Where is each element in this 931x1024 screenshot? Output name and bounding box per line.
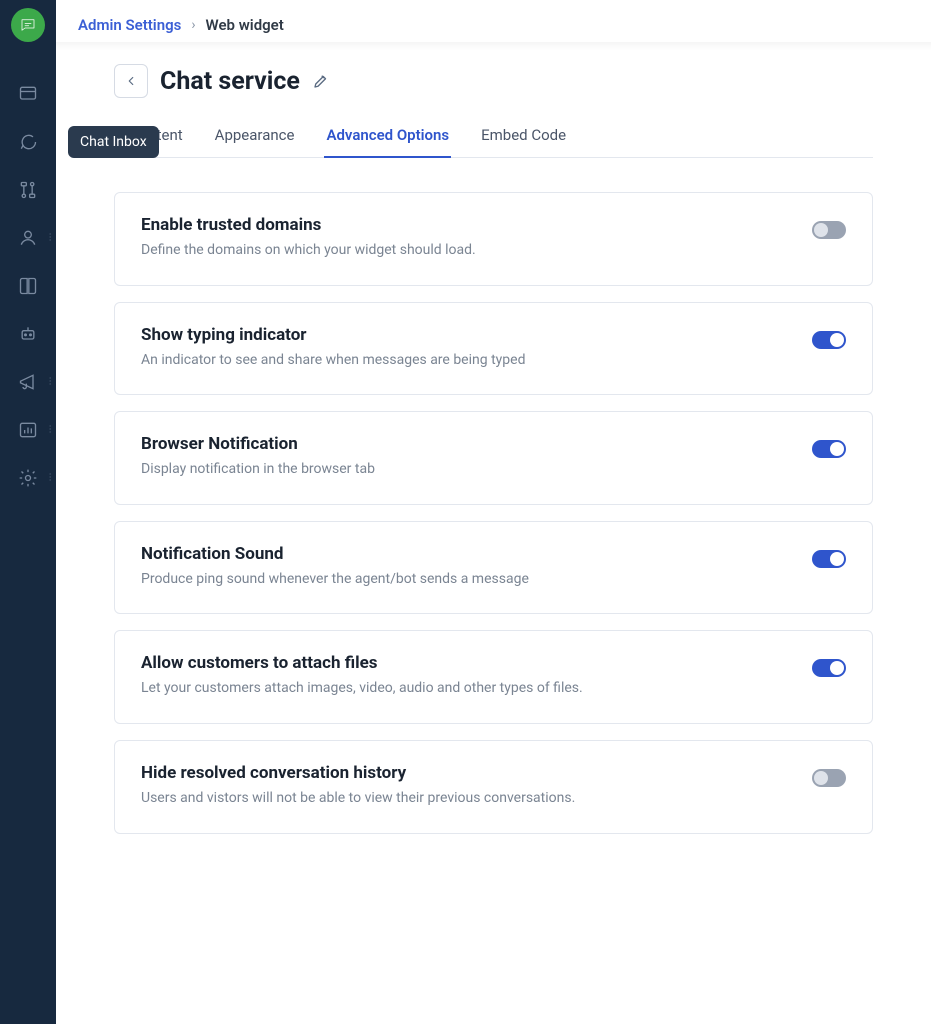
nav-flows[interactable]	[0, 166, 56, 214]
chat-icon	[18, 132, 38, 152]
setting-description: An indicator to see and share when messa…	[141, 351, 792, 371]
campaigns-icon	[18, 372, 38, 392]
setting-description: Let your customers attach images, video,…	[141, 679, 792, 699]
setting-card: Allow customers to attach files Let your …	[114, 630, 873, 724]
bot-icon	[18, 324, 38, 344]
setting-title: Allow customers to attach files	[141, 653, 792, 673]
toggle-switch[interactable]	[812, 331, 846, 349]
nav-bots[interactable]	[0, 310, 56, 358]
page-title: Chat service	[160, 67, 300, 96]
back-button[interactable]	[114, 64, 148, 98]
book-icon	[18, 276, 38, 296]
setting-card: Browser Notification Display notification…	[114, 411, 873, 505]
contacts-icon	[18, 228, 38, 248]
toggle-knob	[830, 442, 844, 456]
overflow-dots-icon[interactable]: ···	[49, 474, 52, 483]
title-row: Chat service	[114, 64, 873, 98]
breadcrumb-parent[interactable]: Admin Settings	[78, 16, 181, 34]
tooltip-chat-inbox: Chat Inbox	[68, 126, 159, 158]
toggle-switch[interactable]	[812, 440, 846, 458]
nav-chat[interactable]	[0, 118, 56, 166]
tabs: ContentAppearanceAdvanced OptionsEmbed C…	[114, 126, 873, 158]
toggle-switch[interactable]	[812, 550, 846, 568]
nav-settings[interactable]: ···	[0, 454, 56, 502]
overflow-dots-icon[interactable]: ···	[49, 234, 52, 243]
nav-contacts[interactable]: ···	[0, 214, 56, 262]
setting-description: Define the domains on which your widget …	[141, 241, 792, 261]
setting-card: Show typing indicator An indicator to see…	[114, 302, 873, 396]
overflow-dots-icon[interactable]: ···	[49, 378, 52, 387]
toggle-knob	[830, 661, 844, 675]
tab-appearance[interactable]: Appearance	[213, 126, 297, 158]
sidebar: ··· ··· ··· ···	[0, 0, 56, 1024]
tab-advanced-options[interactable]: Advanced Options	[324, 126, 451, 158]
edit-title-button[interactable]	[312, 72, 330, 90]
nav-reports[interactable]: ···	[0, 406, 56, 454]
setting-title: Enable trusted domains	[141, 215, 792, 235]
toggle-switch[interactable]	[812, 221, 846, 239]
settings-icon	[18, 468, 38, 488]
setting-title: Browser Notification	[141, 434, 792, 454]
divider	[56, 42, 931, 50]
setting-card: Hide resolved conversation history Users …	[114, 740, 873, 834]
pencil-icon	[312, 72, 330, 90]
toggle-knob	[814, 771, 828, 785]
nav-campaigns[interactable]: ···	[0, 358, 56, 406]
setting-description: Produce ping sound whenever the agent/bo…	[141, 570, 792, 590]
dashboards-icon	[18, 84, 38, 104]
overflow-dots-icon[interactable]: ···	[49, 426, 52, 435]
chevron-left-icon	[124, 74, 138, 88]
toggle-switch[interactable]	[812, 769, 846, 787]
nav-knowledge[interactable]	[0, 262, 56, 310]
reports-icon	[18, 420, 38, 440]
toggle-knob	[814, 223, 828, 237]
main-content: Admin Settings › Web widget Chat service…	[56, 0, 931, 1024]
setting-card: Enable trusted domains Define the domains…	[114, 192, 873, 286]
setting-description: Users and vistors will not be able to vi…	[141, 789, 792, 809]
flows-icon	[18, 180, 38, 200]
chevron-right-icon: ›	[191, 17, 195, 33]
setting-title: Notification Sound	[141, 544, 792, 564]
toggle-switch[interactable]	[812, 659, 846, 677]
toggle-knob	[830, 333, 844, 347]
tab-embed-code[interactable]: Embed Code	[479, 126, 568, 158]
app-logo[interactable]	[11, 8, 45, 42]
setting-title: Hide resolved conversation history	[141, 763, 792, 783]
nav-dashboards[interactable]	[0, 70, 56, 118]
setting-title: Show typing indicator	[141, 325, 792, 345]
toggle-knob	[830, 552, 844, 566]
breadcrumb-current: Web widget	[206, 16, 284, 34]
breadcrumb: Admin Settings › Web widget	[56, 0, 931, 42]
setting-description: Display notification in the browser tab	[141, 460, 792, 480]
setting-card: Notification Sound Produce ping sound whe…	[114, 521, 873, 615]
